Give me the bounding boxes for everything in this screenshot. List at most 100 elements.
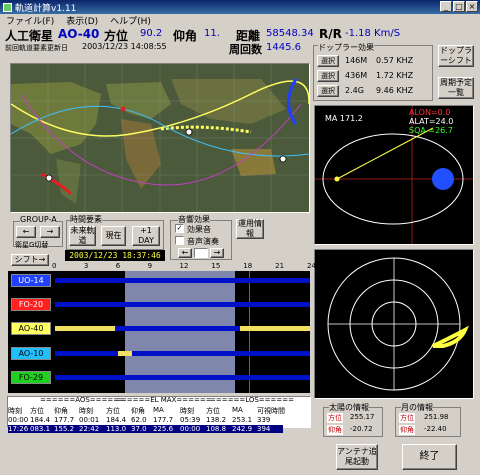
hour-tick-label: 18 [243, 262, 253, 270]
table-cell: 05:39 [180, 416, 201, 424]
menu-bar: ファイル(F) 表示(D) ヘルプ(H) [0, 14, 480, 27]
hour-tick-label: 21 [275, 262, 285, 270]
sat-label-uo14[interactable]: UO-14 [11, 274, 51, 287]
table-cell: 177.7 [153, 416, 174, 424]
table-cell: MA [153, 406, 164, 414]
timeline-fo20 [55, 302, 310, 307]
table-cell: 方位 [206, 407, 220, 415]
sat-label-ao10[interactable]: AO-10 [11, 347, 51, 360]
los-header: ======LOS====== [210, 396, 294, 404]
timeline-fo29 [55, 375, 310, 380]
table-cell: 108.8 [206, 425, 227, 433]
menu-file[interactable]: ファイル(F) [6, 14, 54, 27]
hour-tick-label: 6 [115, 262, 121, 270]
sound-effect-checkbox[interactable]: ✓ [175, 224, 184, 233]
doppler-select-1[interactable]: 選択 [317, 55, 339, 67]
period-list-button[interactable]: 周期予定一覧 [438, 77, 474, 99]
pass-segment [118, 351, 132, 356]
elevation-label: 仰角 [173, 29, 198, 43]
table-row[interactable]: 00:00 184.4 177.7 00:01 184.4 62.0 177.7 05:39 1… [8, 416, 283, 424]
volume-right-button[interactable]: → [210, 248, 224, 258]
table-header-row: 時刻 方位 仰角 時刻 方位 仰角 MA 時刻 方位 MA 可視時間 [8, 406, 285, 416]
group-label: GROUP-A [20, 215, 57, 224]
menu-help[interactable]: ヘルプ(H) [110, 14, 151, 27]
aos-header: ======AOS====== [40, 396, 126, 404]
plus-day-button[interactable]: +1 DAY [132, 226, 160, 246]
table-cell: 225.6 [153, 425, 174, 433]
table-cell: 155.2 [54, 425, 75, 433]
maximize-button[interactable]: □ [453, 1, 465, 12]
exit-button[interactable]: 終了 [402, 444, 457, 470]
doppler-select-3[interactable]: 選択 [317, 85, 339, 97]
table-cell: 184.4 [30, 416, 51, 424]
doppler-shift-1: 0.57 KHZ [376, 56, 414, 65]
doppler-shift-3: 9.46 KHZ [376, 86, 414, 95]
window-title: 軌道計算v1.11 [15, 3, 77, 14]
minimize-button[interactable]: _ [440, 1, 452, 12]
table-cell: 仰角 [131, 407, 145, 415]
future-orbit-button[interactable]: 未来軌道 [69, 226, 96, 246]
table-cell: 時刻 [180, 407, 194, 415]
satellite-name: AO-40 [58, 27, 100, 41]
doppler-freq-2: 436M [345, 71, 368, 80]
antenna-tracking-button[interactable]: アンテナ追尾起動 [336, 444, 378, 470]
app-icon [3, 2, 12, 12]
sat-label-fo29[interactable]: FO-29 [11, 371, 51, 384]
table-cell: 339 [257, 416, 271, 424]
volume-slider[interactable] [194, 248, 208, 258]
doppler-shift-button[interactable]: ドップラーシフト [438, 45, 474, 67]
hour-tick-label: 15 [211, 262, 221, 270]
doppler-shift-2: 1.72 KHZ [376, 71, 414, 80]
shift-button[interactable]: シフト→ [11, 254, 49, 266]
doppler-freq-3: 2.4G [345, 86, 364, 95]
alon-value: ALON=0.0 [409, 108, 451, 117]
mean-anomaly: MA 171.2 [325, 114, 363, 123]
pass-segment [55, 326, 115, 331]
table-cell: 時刻 [8, 407, 22, 415]
hour-tick-label: 3 [83, 262, 89, 270]
table-cell: 00:00 [180, 425, 201, 433]
moon-az-value: 251.98 [424, 413, 449, 421]
volume-left-button[interactable]: ← [178, 248, 192, 258]
sat-label-fo20[interactable]: FO-20 [11, 298, 51, 311]
table-cell: 242.9 [232, 425, 253, 433]
table-row[interactable]: 17:26 083.1 155.2 22:42 113.0 37.0 225.6 00:00 1… [8, 425, 283, 433]
table-cell: 17:26 [8, 425, 29, 433]
sound-dictation-label: 音声演奏 [187, 237, 219, 246]
azimuth-value: 90.2 [140, 28, 163, 39]
sound-dictation-checkbox[interactable] [175, 236, 184, 245]
group-prev-button[interactable]: ← [16, 226, 36, 238]
orbit-view: MA 171.2 ALON=0.0 ALAT=24.0 SQA =26.7 [314, 105, 474, 245]
moon-info-title: 月の情報 [401, 402, 433, 413]
now-button[interactable]: 現在 [101, 226, 126, 246]
table-cell: MA [232, 406, 243, 414]
operations-info-button[interactable]: 運用情報 [236, 219, 264, 239]
hour-tick-label: 12 [179, 262, 189, 270]
world-map[interactable] [10, 63, 310, 213]
table-cell: 37.0 [131, 425, 147, 433]
timeline-uo14 [55, 278, 310, 283]
table-cell: 253.1 [232, 416, 253, 424]
timeline-ao40 [55, 326, 310, 331]
update-value: 2003/12/23 14:08:55 [82, 42, 167, 51]
table-cell: 138.2 [206, 416, 227, 424]
menu-view[interactable]: 表示(D) [66, 14, 98, 27]
title-bar: 軌道計算v1.11 _ □ × [0, 0, 480, 14]
table-cell: 184.4 [106, 416, 127, 424]
group-next-button[interactable]: → [40, 226, 60, 238]
hour-tick-label: 9 [147, 262, 153, 270]
orbit-count-label: 周回数 [229, 43, 262, 56]
orbit-count-value: 1445.6 [266, 42, 301, 53]
sun-az-label: 方位 [327, 413, 343, 423]
group-select-label[interactable]: 衛星G切替 [15, 240, 48, 250]
close-button[interactable]: × [466, 1, 478, 12]
sat-label-ao40[interactable]: AO-40 [11, 322, 51, 335]
sun-az-value: 255.17 [350, 413, 375, 421]
distance-value: 58548.34 [266, 28, 314, 39]
table-cell: 22:42 [79, 425, 100, 433]
table-cell: 113.0 [106, 425, 127, 433]
table-cell: 177.7 [54, 416, 75, 424]
table-cell: 方位 [30, 407, 44, 415]
sun-el-label: 仰角 [327, 425, 343, 435]
doppler-select-2[interactable]: 選択 [317, 70, 339, 82]
